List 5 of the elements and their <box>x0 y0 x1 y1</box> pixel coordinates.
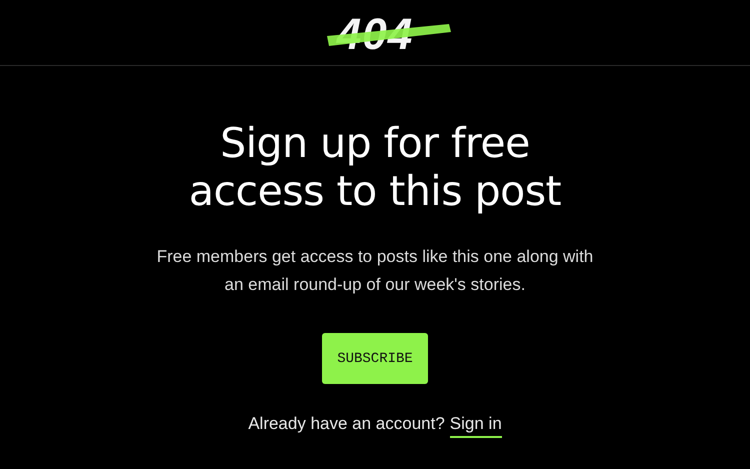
signin-link[interactable]: Sign in <box>450 414 502 438</box>
signin-prompt: Already have an account? <box>248 414 445 435</box>
description: Free members get access to posts like this one along with an email round-up of our week's stories. <box>156 246 594 296</box>
subscribe-button[interactable]: SUBSCRIBE <box>322 333 428 384</box>
heading: Sign up for free access to this post <box>188 119 562 215</box>
